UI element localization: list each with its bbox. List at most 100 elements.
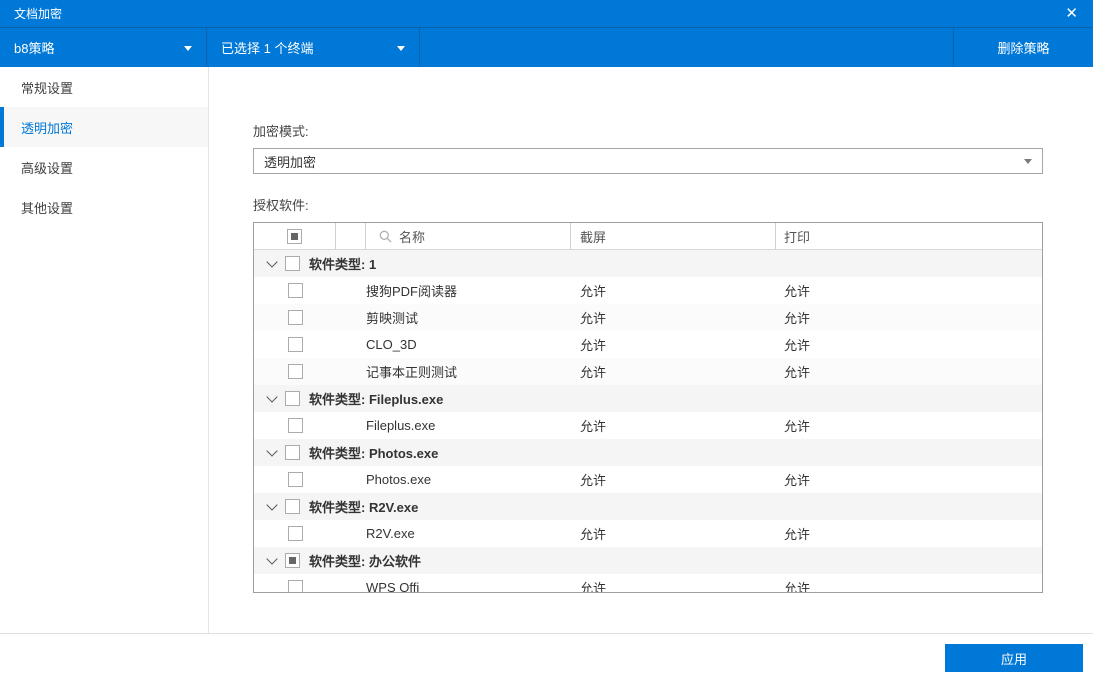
- screenshot-permission[interactable]: 允许: [571, 362, 776, 381]
- group-label: 软件类型: 1: [309, 257, 377, 272]
- group-label: 软件类型: Photos.exe: [309, 446, 439, 461]
- chevron-down-icon[interactable]: [266, 552, 278, 565]
- row-checkbox-cell: [254, 283, 336, 298]
- row-checkbox[interactable]: [287, 364, 303, 379]
- software-row[interactable]: WPS Offi 允许 允许: [254, 574, 1042, 593]
- group-row[interactable]: 软件类型: 1: [254, 250, 1042, 277]
- group-label: 软件类型: 办公软件: [309, 554, 421, 569]
- software-name: 剪映测试: [366, 311, 419, 326]
- row-checkbox-cell: [254, 526, 336, 541]
- software-row[interactable]: Fileplus.exe 允许 允许: [254, 412, 1042, 439]
- group-checkbox[interactable]: [285, 499, 300, 514]
- chevron-down-icon: [1024, 159, 1032, 168]
- group-checkbox[interactable]: [285, 445, 300, 460]
- authorized-software-table: 名称 截屏 打印 软件类型: 1 搜狗PDF阅读器 允许 允许 剪映测试 允许 允许 CLO_…: [253, 222, 1043, 593]
- terminal-dropdown[interactable]: 已选择 1 个终端: [207, 28, 420, 67]
- policy-dropdown[interactable]: b8策略: [0, 28, 207, 67]
- sidebar-item-label: 透明加密: [21, 120, 74, 136]
- chevron-down-icon: [397, 45, 405, 55]
- row-checkbox[interactable]: [287, 283, 303, 298]
- dialog-body: 常规设置 透明加密 高级设置 其他设置 加密模式: 透明加密 授权软件: 名称 …: [0, 67, 1093, 633]
- group-row[interactable]: 软件类型: R2V.exe: [254, 493, 1042, 520]
- title-bar: 文档加密 ✕: [0, 0, 1093, 27]
- print-permission[interactable]: 允许: [776, 362, 1042, 381]
- screenshot-permission[interactable]: 允许: [571, 524, 776, 543]
- software-name: R2V.exe: [366, 526, 415, 541]
- row-checkbox-cell: [254, 580, 336, 592]
- group-checkbox[interactable]: [285, 256, 300, 271]
- screenshot-permission[interactable]: 允许: [571, 308, 776, 327]
- dialog-title: 文档加密: [14, 7, 63, 21]
- chevron-down-icon[interactable]: [266, 255, 278, 268]
- document-encryption-dialog: 文档加密 ✕ b8策略 已选择 1 个终端 删除策略 常规设置 透明加密 高级设…: [0, 0, 1093, 680]
- encryption-mode-value: 透明加密: [264, 154, 317, 170]
- row-checkbox-cell: [254, 310, 336, 325]
- sidebar-item-advanced-settings[interactable]: 高级设置: [0, 147, 208, 187]
- print-permission[interactable]: 允许: [776, 524, 1042, 543]
- row-checkbox[interactable]: [287, 526, 303, 541]
- software-row[interactable]: CLO_3D 允许 允许: [254, 331, 1042, 358]
- chevron-down-icon[interactable]: [266, 390, 278, 403]
- chevron-down-icon[interactable]: [266, 444, 278, 457]
- sidebar-item-transparent-encryption[interactable]: 透明加密: [0, 107, 208, 147]
- print-permission[interactable]: 允许: [776, 335, 1042, 354]
- search-icon: [379, 230, 392, 242]
- row-checkbox-cell: [254, 418, 336, 433]
- screenshot-permission[interactable]: 允许: [571, 578, 776, 592]
- sidebar-item-other-settings[interactable]: 其他设置: [0, 187, 208, 227]
- header-expand-cell: [336, 223, 366, 249]
- group-row[interactable]: 软件类型: 办公软件: [254, 547, 1042, 574]
- group-label: 软件类型: R2V.exe: [309, 500, 419, 515]
- software-name: Photos.exe: [366, 472, 432, 487]
- policy-dropdown-value: b8策略: [14, 41, 55, 56]
- row-checkbox[interactable]: [287, 580, 303, 592]
- close-icon[interactable]: ✕: [1065, 6, 1078, 21]
- screenshot-permission[interactable]: 允许: [571, 335, 776, 354]
- header-name-label: 名称: [399, 229, 426, 245]
- chevron-down-icon[interactable]: [266, 498, 278, 511]
- group-checkbox[interactable]: [285, 553, 300, 568]
- row-checkbox[interactable]: [287, 418, 303, 433]
- print-permission[interactable]: 允许: [776, 578, 1042, 592]
- header-select-all-cell: [254, 223, 336, 249]
- software-row[interactable]: Photos.exe 允许 允许: [254, 466, 1042, 493]
- apply-button[interactable]: 应用: [945, 644, 1083, 672]
- select-all-checkbox[interactable]: [287, 228, 302, 244]
- print-permission[interactable]: 允许: [776, 308, 1042, 327]
- screenshot-permission[interactable]: 允许: [571, 470, 776, 489]
- group-row[interactable]: 软件类型: Fileplus.exe: [254, 385, 1042, 412]
- screenshot-permission[interactable]: 允许: [571, 416, 776, 435]
- terminal-dropdown-value: 已选择 1 个终端: [221, 41, 314, 56]
- software-row[interactable]: 搜狗PDF阅读器 允许 允许: [254, 277, 1042, 304]
- header-name-cell[interactable]: 名称: [366, 223, 571, 249]
- row-checkbox[interactable]: [287, 310, 303, 325]
- software-name: 记事本正则测试: [366, 365, 458, 380]
- software-name: CLO_3D: [366, 337, 417, 352]
- sidebar-item-general-settings[interactable]: 常规设置: [0, 67, 208, 107]
- delete-policy-button[interactable]: 删除策略: [953, 28, 1093, 67]
- encryption-mode-select[interactable]: 透明加密: [253, 148, 1043, 174]
- sidebar: 常规设置 透明加密 高级设置 其他设置: [0, 67, 209, 633]
- print-permission[interactable]: 允许: [776, 470, 1042, 489]
- group-checkbox[interactable]: [285, 391, 300, 406]
- table-body: 软件类型: 1 搜狗PDF阅读器 允许 允许 剪映测试 允许 允许 CLO_3D 允许 允许 记事本…: [254, 250, 1042, 593]
- sidebar-item-label: 常规设置: [21, 80, 74, 96]
- header-print-label: 打印: [784, 229, 811, 245]
- software-row[interactable]: 剪映测试 允许 允许: [254, 304, 1042, 331]
- print-permission[interactable]: 允许: [776, 281, 1042, 300]
- chevron-down-icon: [184, 45, 192, 55]
- software-row[interactable]: 记事本正则测试 允许 允许: [254, 358, 1042, 385]
- sidebar-item-label: 高级设置: [21, 160, 74, 176]
- screenshot-permission[interactable]: 允许: [571, 281, 776, 300]
- group-row[interactable]: 软件类型: Photos.exe: [254, 439, 1042, 466]
- software-name: 搜狗PDF阅读器: [366, 284, 458, 299]
- encryption-mode-label: 加密模式:: [253, 124, 309, 139]
- print-permission[interactable]: 允许: [776, 416, 1042, 435]
- sidebar-item-label: 其他设置: [21, 200, 74, 216]
- software-row[interactable]: R2V.exe 允许 允许: [254, 520, 1042, 547]
- software-name: WPS Offi: [366, 580, 420, 593]
- row-checkbox[interactable]: [287, 472, 303, 487]
- row-checkbox[interactable]: [287, 337, 303, 352]
